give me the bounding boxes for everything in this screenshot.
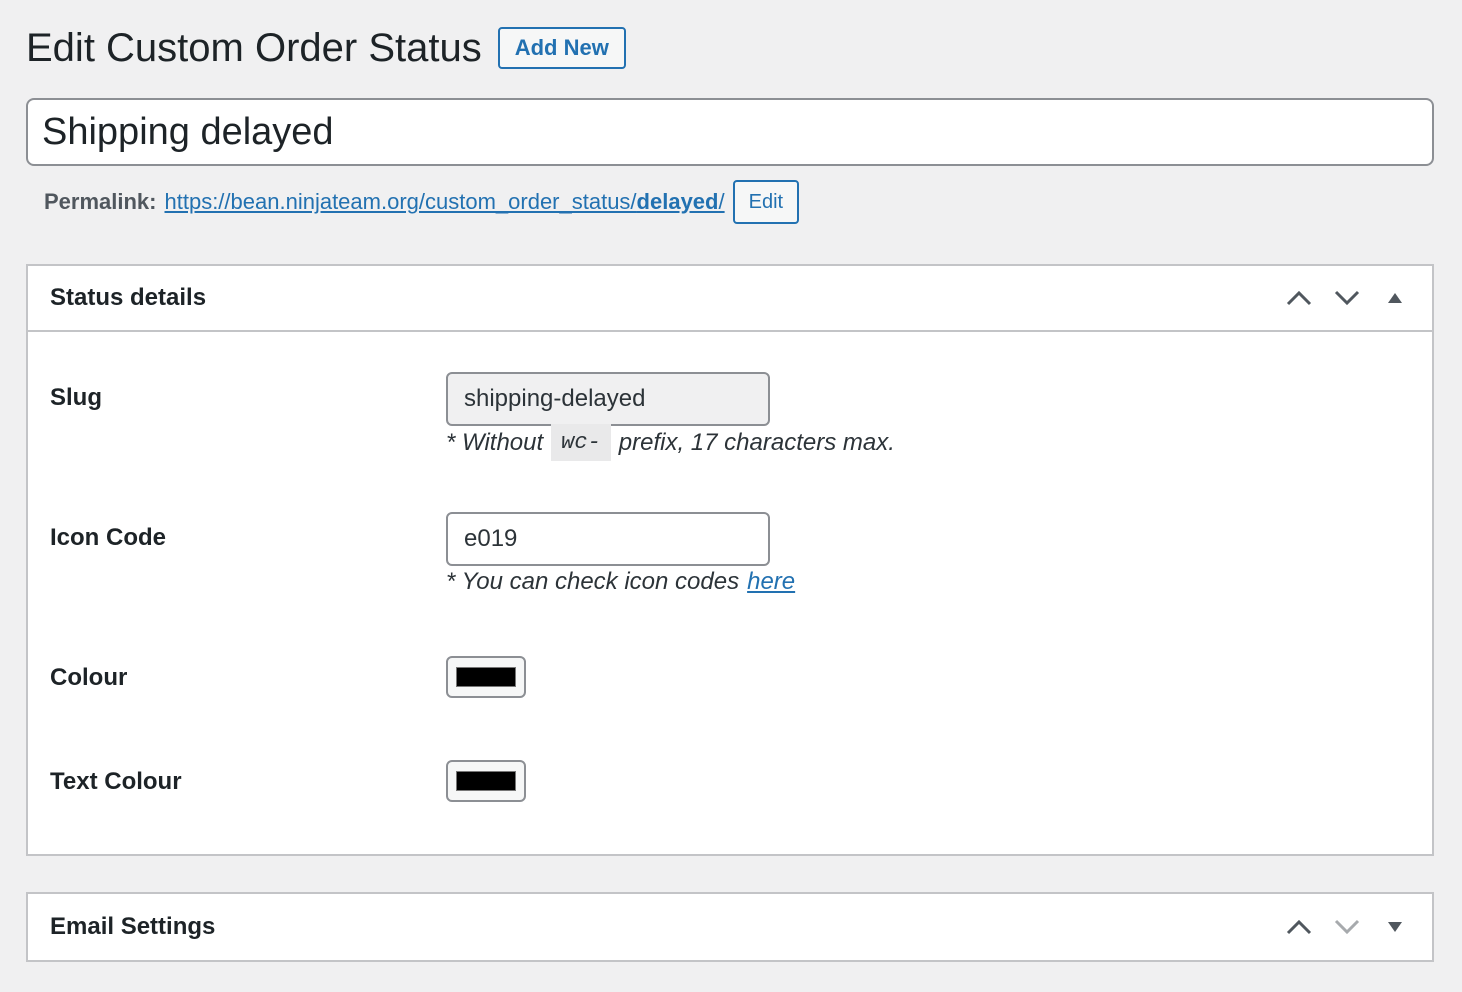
- status-details-controls: [1284, 283, 1410, 313]
- chevron-down-icon[interactable]: [1332, 912, 1362, 942]
- status-details-box: Status details Slug shipping-delayed * W…: [26, 264, 1434, 856]
- permalink-url-trailing: /: [718, 189, 725, 214]
- edit-permalink-button[interactable]: Edit: [732, 180, 800, 224]
- page-title: Edit Custom Order Status: [26, 26, 482, 70]
- permalink-row: Permalink: https://bean.ninjateam.org/cu…: [44, 180, 800, 224]
- page-header: Edit Custom Order Status Add New: [26, 26, 626, 70]
- status-details-header: Status details: [28, 266, 1432, 332]
- slug-help-prefix: * Without: [446, 428, 544, 456]
- slug-help-code: wc-: [551, 424, 611, 461]
- email-settings-controls: [1284, 912, 1410, 942]
- chevron-up-icon[interactable]: [1284, 283, 1314, 313]
- post-title-input[interactable]: Shipping delayed: [26, 98, 1434, 166]
- slug-input[interactable]: shipping-delayed: [446, 372, 770, 426]
- status-details-title: Status details: [50, 284, 207, 311]
- text-colour-swatch-fill: [456, 771, 516, 791]
- text-colour-label: Text Colour: [50, 768, 182, 795]
- permalink-url-slug: delayed: [636, 189, 719, 214]
- toggle-triangle-up-icon[interactable]: [1380, 283, 1410, 313]
- icon-code-help: * You can check icon codes here: [446, 568, 795, 596]
- add-new-button[interactable]: Add New: [497, 27, 626, 69]
- icon-code-help-text: * You can check icon codes: [446, 568, 740, 595]
- slug-help-suffix: prefix, 17 characters max.: [618, 428, 895, 456]
- slug-label: Slug: [50, 384, 102, 411]
- icon-code-input[interactable]: e019: [446, 512, 770, 566]
- permalink-link[interactable]: https://bean.ninjateam.org/custom_order_…: [165, 189, 725, 215]
- edit-order-status-page: Edit Custom Order Status Add New Shippin…: [0, 0, 1462, 992]
- chevron-down-icon[interactable]: [1332, 283, 1362, 313]
- slug-help: * Without wc- prefix, 17 characters max.: [446, 424, 895, 461]
- text-colour-picker[interactable]: [446, 760, 526, 802]
- email-settings-header[interactable]: Email Settings: [28, 894, 1432, 960]
- icon-code-label: Icon Code: [50, 524, 167, 551]
- permalink-label: Permalink:: [44, 189, 157, 214]
- permalink-url-base: https://bean.ninjateam.org/custom_order_…: [164, 189, 637, 214]
- chevron-up-icon[interactable]: [1284, 912, 1314, 942]
- colour-label: Colour: [50, 664, 128, 691]
- email-settings-title: Email Settings: [50, 913, 216, 940]
- colour-picker[interactable]: [446, 656, 526, 698]
- icon-codes-link[interactable]: here: [747, 568, 795, 596]
- colour-swatch-fill: [456, 667, 516, 687]
- toggle-triangle-down-icon[interactable]: [1380, 912, 1410, 942]
- email-settings-box: Email Settings: [26, 892, 1434, 962]
